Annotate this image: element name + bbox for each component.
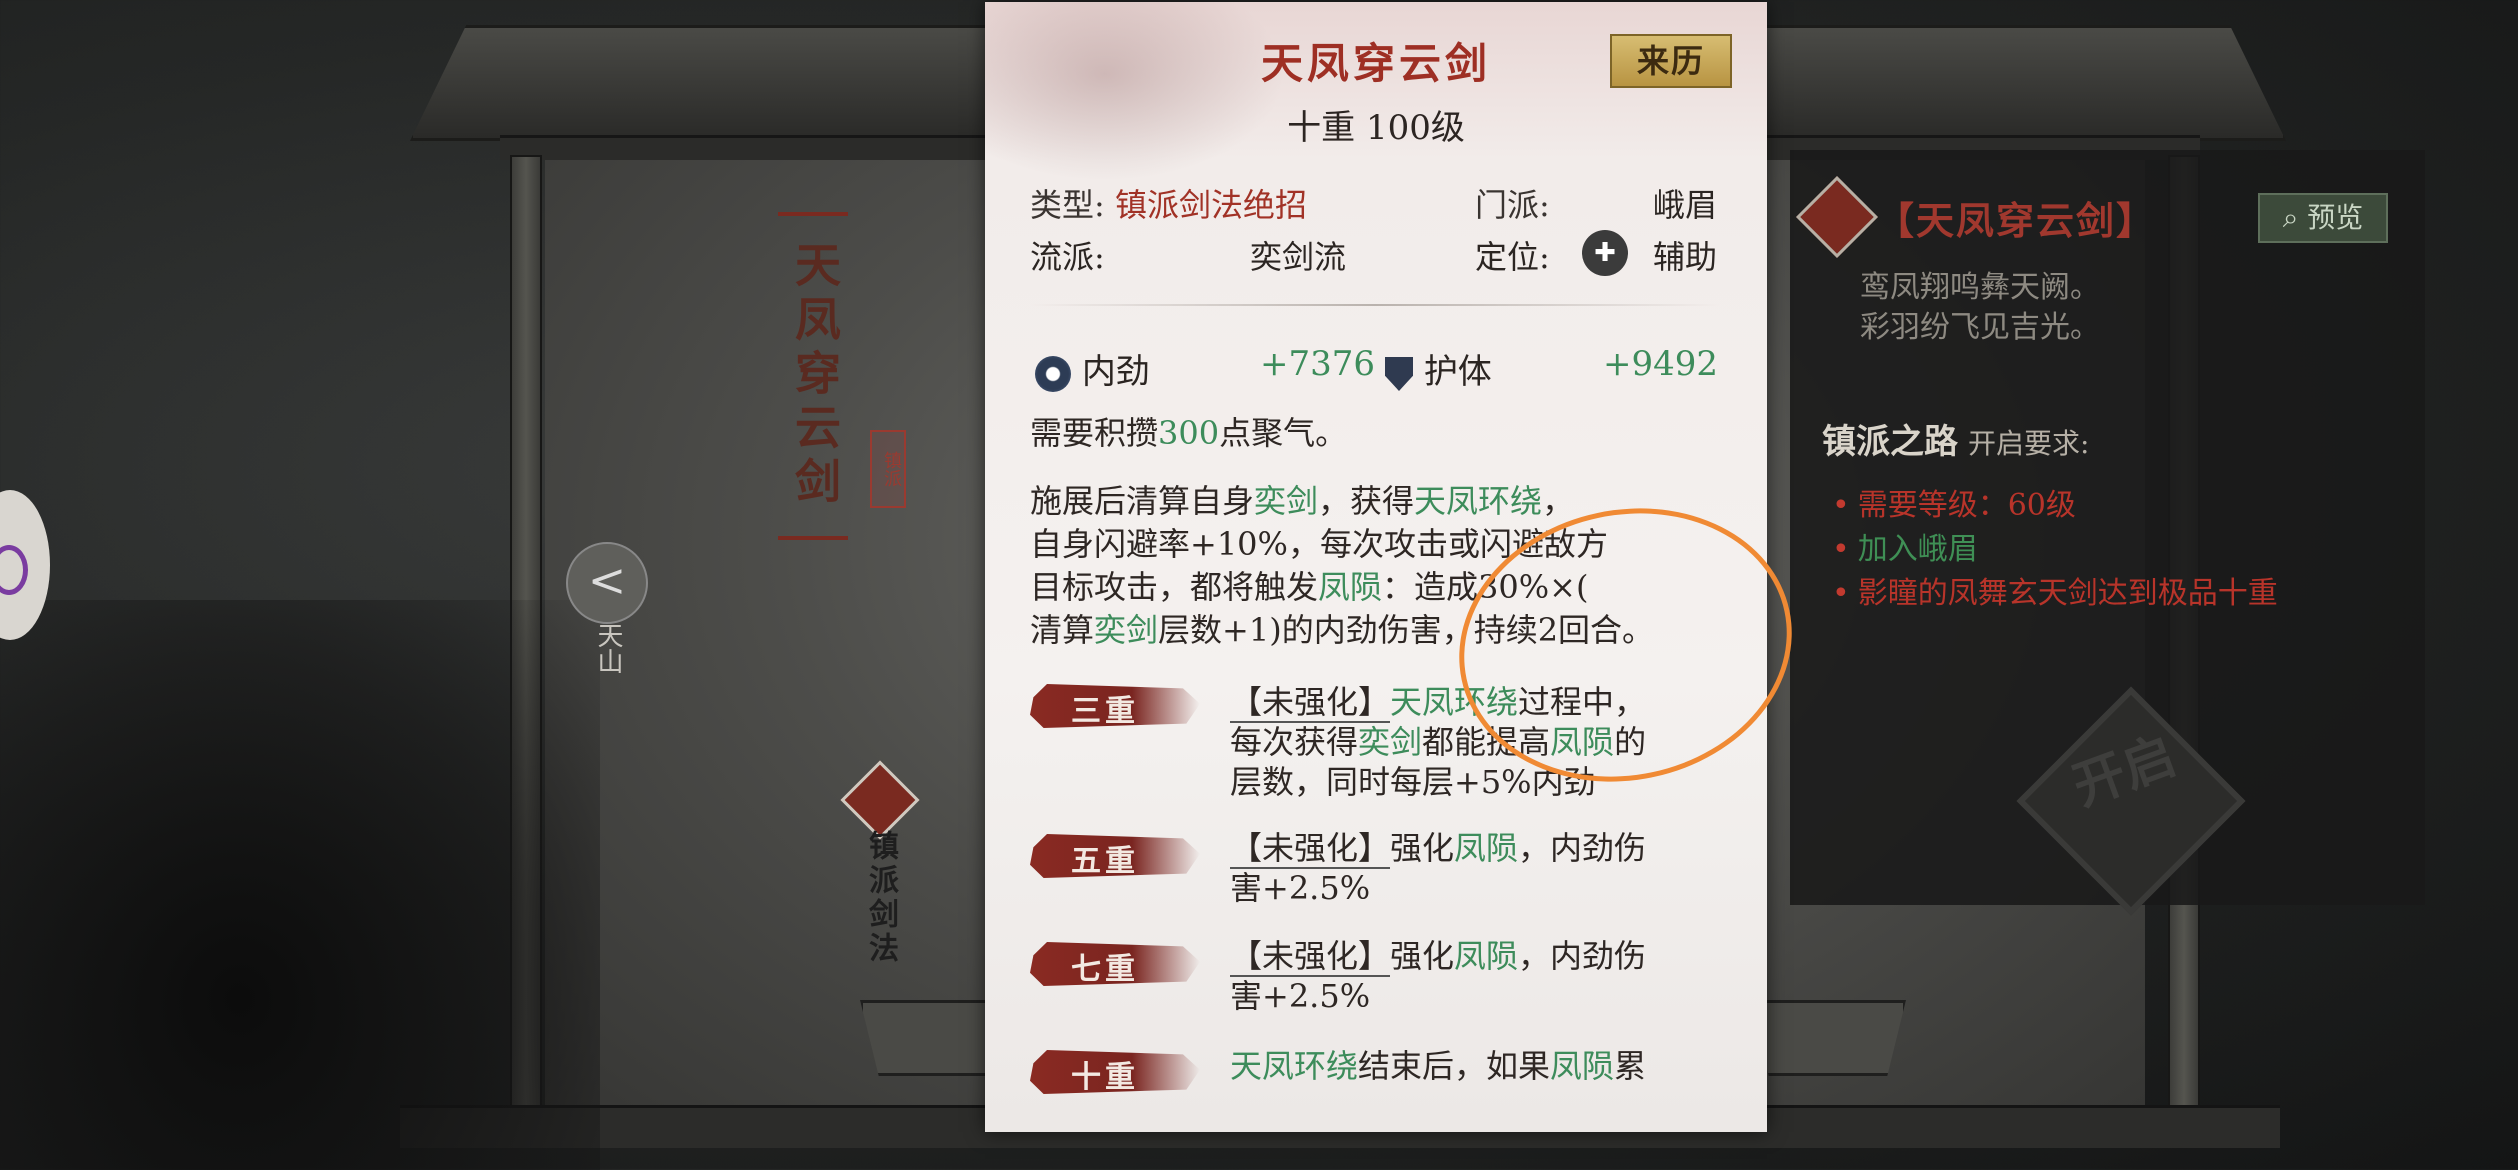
stat-label: 内劲 [1081,352,1150,392]
sword-category-label: 镇派剑法 [863,830,898,966]
requirement-item: • 需要等级：60级 [1832,488,2076,523]
planter-right [1750,1000,1906,1076]
requirement-text: 加入峨眉 [1857,532,1978,567]
role-label: 定位: [1475,238,1550,276]
type-value: 镇派剑法绝招 [1114,186,1307,224]
section-divider [1030,304,1720,306]
stat-body-guard: 护体 [1385,344,1492,393]
sect-seal-stamp: 镇派 [870,430,906,508]
skill-level: 十重 100级 [1287,108,1465,148]
shield-icon [1385,357,1413,391]
tier-description: 【未强化】强化凤陨，内劲伤 害+2.5% [1230,829,1647,907]
right-panel-title: 【天凤穿云剑】 [1876,198,2157,243]
tier-name: 五重 [1071,844,1139,879]
sect-path-subtitle: 开启要求: [1968,427,2090,460]
stat-body-guard-value: +9492 [1603,344,1719,384]
stat-label: 护体 [1423,352,1492,392]
preview-button[interactable]: ⌕ 预览 [2258,193,2388,243]
role-value: 辅助 [1653,238,1718,276]
stat-internal-force-value: +7376 [1260,344,1376,384]
tier-description: 【未强化】强化凤陨，内劲伤 害+2.5% [1230,937,1647,1015]
skill-poem: 鸾凤翔鸣彝天阙。 彩羽纷飞见吉光。 [1860,268,2100,348]
tier-description: 天凤环绕结束后，如果凤陨累 [1230,1047,1647,1085]
school-value: 奕剑流 [1250,238,1347,276]
tier-name: 七重 [1071,952,1139,987]
sect-value: 峨眉 [1653,186,1718,224]
tier-badge: 三重 [1030,684,1200,729]
type-row: 类型: 镇派剑法绝招 [1030,180,1307,226]
poem-line-1: 鸾凤翔鸣彝天阙。 [1860,270,2100,305]
sect-label: 门派: [1475,186,1550,224]
requirement-text: 影瞳的凤舞玄天剑达到极品十重 [1857,576,2278,611]
school-label: 流派: [1030,238,1105,276]
tier-name: 三重 [1071,694,1139,729]
poem-line-2: 彩羽纷飞见吉光。 [1860,310,2100,345]
tier-badge: 七重 [1030,942,1200,987]
internal-force-icon [1035,356,1071,392]
tianshan-emblem-icon: < [587,553,627,607]
stat-internal-force: 内劲 [1035,344,1150,393]
sect-path-title: 镇派之路 [1822,422,1958,462]
dark-mist [0,600,600,1170]
requirement-text: 需要等级：60级 [1857,488,2076,523]
type-label: 类型: [1030,186,1105,224]
tianshan-sect-label: 天山 [593,622,623,674]
sect-path-heading: 镇派之路 开启要求: [1822,414,2089,463]
sect-row: 门派: [1475,180,1550,226]
tier-badge: 十重 [1030,1050,1200,1095]
origin-button[interactable]: 来历 [1610,34,1732,88]
support-role-icon: ✚ [1582,230,1628,276]
magnifier-icon: ⌕ [2282,201,2299,234]
tier-name: 十重 [1071,1060,1139,1095]
preview-button-label: 预览 [2307,201,2364,234]
requirement-item: • 影瞳的凤舞玄天剑达到极品十重 [1832,576,2278,611]
requirement-item: • 加入峨眉 [1832,532,1978,567]
swirl-icon [0,545,28,595]
tianshan-sect-button[interactable]: < [566,542,648,624]
tier-badge: 五重 [1030,834,1200,879]
ink-warrior-art [985,2,1285,182]
requirement-text: 需要积攒300点聚气。 [1030,414,1348,452]
background-skill-title: 天凤穿云剑 [778,212,848,540]
